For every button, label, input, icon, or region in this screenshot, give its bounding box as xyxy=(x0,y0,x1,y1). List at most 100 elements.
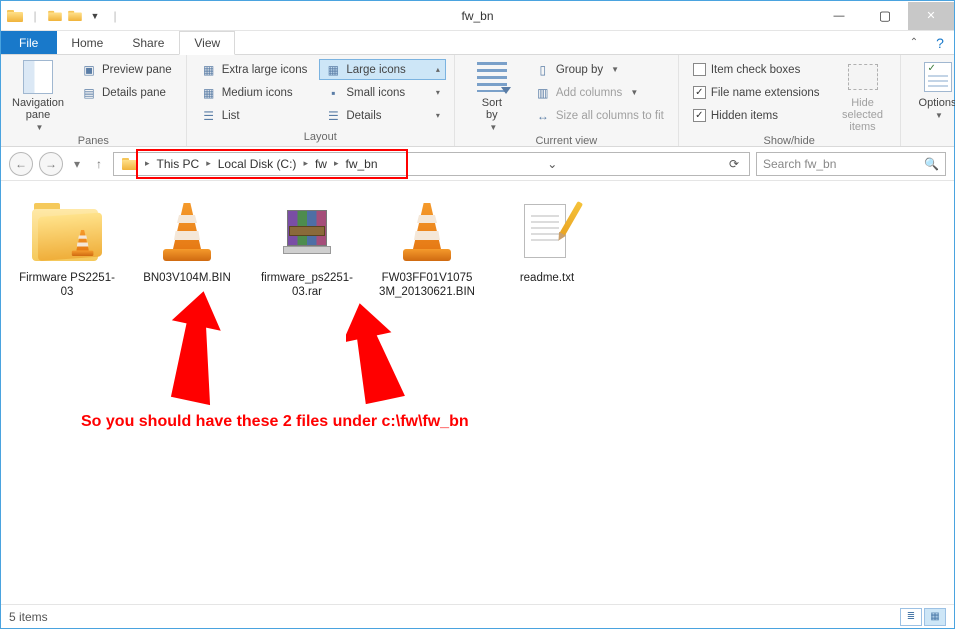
layout-extra-large[interactable]: ▦Extra large icons xyxy=(195,59,314,80)
navigation-pane-button[interactable]: Navigation pane ▼ xyxy=(9,59,67,133)
chevron-down-icon: ▼ xyxy=(935,111,943,120)
app-icon xyxy=(7,8,23,24)
qat-properties-icon[interactable] xyxy=(47,8,63,24)
up-button[interactable]: ↑ xyxy=(91,152,107,176)
extra-large-icons-icon: ▦ xyxy=(201,62,217,78)
tab-file[interactable]: File xyxy=(1,31,57,54)
group-show-hide: Item check boxes File name extensions Hi… xyxy=(679,55,901,146)
tab-view[interactable]: View xyxy=(179,31,235,55)
hide-selected-button[interactable]: Hide selected items xyxy=(834,59,892,133)
layout-large[interactable]: ▦Large icons▴ xyxy=(319,59,445,80)
preview-pane-button[interactable]: ▣Preview pane xyxy=(75,59,178,80)
ribbon-tabs: File Home Share View ⌃ ? xyxy=(1,31,954,55)
file-item[interactable]: BN03V104M.BIN xyxy=(139,195,235,285)
options-button[interactable]: Options ▼ xyxy=(909,59,955,121)
archive-icon xyxy=(281,204,333,258)
file-extensions-toggle[interactable]: File name extensions xyxy=(687,82,826,103)
annotation-text: So you should have these 2 files under c… xyxy=(81,413,469,431)
folder-item[interactable]: Firmware PS2251-03 xyxy=(19,195,115,300)
group-label xyxy=(909,129,955,146)
details-view-button[interactable]: ≣ xyxy=(900,608,922,626)
folder-icon xyxy=(32,201,102,261)
group-options: Options ▼ xyxy=(901,55,955,146)
group-label: Layout xyxy=(195,129,446,146)
file-list[interactable]: Firmware PS2251-03 BN03V104M.BIN firmwar… xyxy=(1,181,954,604)
sort-icon xyxy=(477,62,507,92)
search-icon: 🔍 xyxy=(924,157,939,171)
details-icon: ☰ xyxy=(325,108,341,124)
help-button[interactable]: ? xyxy=(926,31,954,54)
breadcrumb-segment[interactable]: This PC xyxy=(153,157,204,171)
icons-view-button[interactable]: ▦ xyxy=(924,608,946,626)
qat-newfolder-icon[interactable] xyxy=(67,8,83,24)
list-icon: ☰ xyxy=(201,108,217,124)
recent-locations-button[interactable]: ▾ xyxy=(69,152,85,176)
hidden-items-toggle[interactable]: Hidden items xyxy=(687,105,826,126)
layout-small[interactable]: ▪Small icons▾ xyxy=(319,82,445,103)
file-item[interactable]: firmware_ps2251-03.rar xyxy=(259,195,355,300)
chevron-down-icon: ▼ xyxy=(36,123,44,132)
text-file-icon xyxy=(522,202,572,260)
small-icons-icon: ▪ xyxy=(325,85,341,101)
large-icons-icon: ▦ xyxy=(325,62,341,78)
title-bar: | ▼ | fw_bn — ▢ ✕ xyxy=(1,1,954,31)
file-name: readme.txt xyxy=(499,271,595,285)
qat-divider2: | xyxy=(107,8,123,24)
minimize-button[interactable]: — xyxy=(816,2,862,30)
file-item[interactable]: readme.txt xyxy=(499,195,595,285)
details-pane-button[interactable]: ▤Details pane xyxy=(75,82,178,103)
chevron-right-icon[interactable]: ▸ xyxy=(300,158,311,169)
medium-icons-icon: ▦ xyxy=(201,85,217,101)
chevron-right-icon[interactable]: ▸ xyxy=(142,158,153,169)
chevron-up-icon[interactable]: ▴ xyxy=(436,65,440,74)
breadcrumb-segment[interactable]: fw_bn xyxy=(342,157,382,171)
forward-button[interactable]: → xyxy=(39,152,63,176)
group-by-button[interactable]: ▯Group by▼ xyxy=(529,59,670,80)
add-columns-button: ▥Add columns▼ xyxy=(529,82,670,103)
checkbox-checked-icon xyxy=(693,86,706,99)
group-current-view: Sort by ▼ ▯Group by▼ ▥Add columns▼ ↔Size… xyxy=(455,55,679,146)
address-dropdown[interactable]: ⌄ xyxy=(541,157,563,171)
size-columns-icon: ↔ xyxy=(535,108,551,124)
layout-medium[interactable]: ▦Medium icons xyxy=(195,82,314,103)
file-name: Firmware PS2251-03 xyxy=(19,271,115,300)
maximize-button[interactable]: ▢ xyxy=(862,2,908,30)
overflow-icon[interactable]: ▾ xyxy=(436,111,440,120)
vlc-cone-icon xyxy=(399,201,455,261)
vlc-cone-icon xyxy=(159,201,215,261)
address-bar[interactable]: ▸ This PC ▸ Local Disk (C:) ▸ fw ▸ fw_bn… xyxy=(113,152,750,176)
group-panes: Navigation pane ▼ ▣Preview pane ▤Details… xyxy=(1,55,187,146)
tab-home[interactable]: Home xyxy=(57,31,118,54)
chevron-right-icon[interactable]: ▸ xyxy=(203,158,214,169)
item-checkboxes-toggle[interactable]: Item check boxes xyxy=(687,59,826,80)
breadcrumb-segment[interactable]: Local Disk (C:) xyxy=(214,157,301,171)
checkbox-checked-icon xyxy=(693,109,706,122)
details-pane-icon: ▤ xyxy=(81,85,97,101)
layout-details[interactable]: ☰Details▾ xyxy=(319,105,445,126)
checkbox-icon xyxy=(693,63,706,76)
file-name: BN03V104M.BIN xyxy=(139,271,235,285)
qat-dropdown[interactable]: ▼ xyxy=(87,8,103,24)
file-item[interactable]: FW03FF01V10753M_20130621.BIN xyxy=(379,195,475,300)
refresh-button[interactable]: ⟳ xyxy=(723,157,745,171)
item-count: 5 items xyxy=(9,610,48,624)
chevron-down-icon: ▼ xyxy=(489,123,497,132)
chevron-down-icon[interactable]: ▾ xyxy=(436,88,440,97)
ribbon-view: Navigation pane ▼ ▣Preview pane ▤Details… xyxy=(1,55,954,147)
tab-share[interactable]: Share xyxy=(118,31,179,54)
ribbon-collapse-button[interactable]: ⌃ xyxy=(902,31,926,54)
status-bar: 5 items ≣ ▦ xyxy=(1,604,954,628)
layout-list[interactable]: ☰List xyxy=(195,105,314,126)
close-button[interactable]: ✕ xyxy=(908,2,954,30)
options-icon xyxy=(924,62,952,92)
sort-by-button[interactable]: Sort by ▼ xyxy=(463,59,521,133)
navigation-pane-icon xyxy=(23,60,53,94)
preview-pane-icon: ▣ xyxy=(81,62,97,78)
size-columns-button: ↔Size all columns to fit xyxy=(529,105,670,126)
annotation-arrow-icon xyxy=(346,301,436,411)
search-input[interactable]: Search fw_bn 🔍 xyxy=(756,152,946,176)
qat-divider: | xyxy=(27,8,43,24)
breadcrumb-segment[interactable]: fw xyxy=(311,157,331,171)
back-button[interactable]: ← xyxy=(9,152,33,176)
chevron-right-icon[interactable]: ▸ xyxy=(331,158,342,169)
